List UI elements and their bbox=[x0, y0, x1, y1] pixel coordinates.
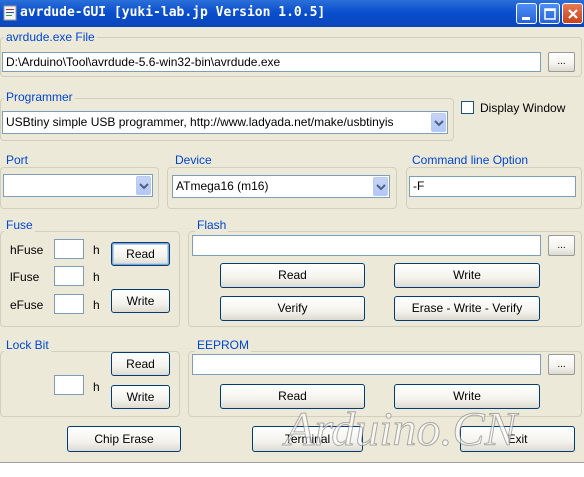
device-selected-value: ATmega16 (m16) bbox=[176, 179, 269, 193]
lock-bit-unit: h bbox=[93, 380, 100, 394]
lock-bit-read-button[interactable]: Read bbox=[111, 352, 170, 376]
programmer-dropdown-button[interactable] bbox=[431, 113, 446, 132]
chevron-down-icon bbox=[139, 183, 149, 190]
flash-erase-write-verify-button[interactable]: Erase - Write - Verify bbox=[394, 296, 540, 321]
flash-write-button[interactable]: Write bbox=[394, 263, 540, 288]
hfuse-label: hFuse bbox=[10, 243, 44, 257]
maximize-button[interactable] bbox=[539, 3, 560, 24]
close-icon bbox=[568, 9, 578, 19]
flash-read-button[interactable]: Read bbox=[220, 263, 365, 288]
maximize-icon bbox=[544, 8, 556, 20]
minimize-button[interactable] bbox=[516, 3, 537, 24]
hfuse-input[interactable] bbox=[54, 239, 84, 259]
exit-button[interactable]: Exit bbox=[460, 426, 575, 452]
avrdude-path-input[interactable]: D:\Arduino\Tool\avrdude-5.6-win32-bin\av… bbox=[2, 52, 541, 72]
fuse-group-label: Fuse bbox=[4, 218, 35, 232]
avrdude-exe-group-label: avrdude.exe File bbox=[4, 30, 97, 44]
efuse-input[interactable] bbox=[54, 294, 84, 314]
eeprom-group-label: EEPROM bbox=[195, 338, 252, 352]
programmer-selected-value: USBtiny simple USB programmer, http://ww… bbox=[6, 115, 394, 129]
lock-bit-input[interactable] bbox=[54, 375, 84, 395]
main-panel: avrdude.exe File D:\Arduino\Tool\avrdude… bbox=[0, 27, 584, 477]
port-dropdown-button[interactable] bbox=[136, 176, 151, 195]
command-line-group-label: Command line Option bbox=[410, 153, 531, 167]
device-group-label: Device bbox=[173, 153, 214, 167]
lfuse-unit: h bbox=[93, 270, 100, 284]
window-title: avrdude-GUI [yuki-lab.jp Version 1.0.5] bbox=[20, 5, 326, 20]
app-icon bbox=[3, 5, 17, 21]
flash-browse-button[interactable]: ... bbox=[548, 235, 575, 256]
lfuse-label: lFuse bbox=[10, 270, 40, 284]
output-area bbox=[0, 462, 584, 477]
chip-erase-button[interactable]: Chip Erase bbox=[67, 426, 181, 452]
lfuse-input[interactable] bbox=[54, 266, 84, 286]
eeprom-read-button[interactable]: Read bbox=[220, 384, 365, 409]
eeprom-browse-button[interactable]: ... bbox=[548, 354, 575, 375]
avrdude-browse-button[interactable]: ... bbox=[548, 52, 575, 72]
chevron-down-icon bbox=[434, 120, 444, 127]
display-window-label[interactable]: Display Window bbox=[480, 101, 565, 115]
title-bar[interactable]: avrdude-GUI [yuki-lab.jp Version 1.0.5] bbox=[0, 0, 584, 27]
efuse-label: eFuse bbox=[10, 298, 44, 312]
device-dropdown-button[interactable] bbox=[373, 177, 388, 196]
programmer-select[interactable]: USBtiny simple USB programmer, http://ww… bbox=[2, 111, 448, 134]
port-group-label: Port bbox=[4, 153, 31, 167]
close-button[interactable] bbox=[562, 3, 583, 24]
flash-group-label: Flash bbox=[195, 218, 229, 232]
flash-verify-button[interactable]: Verify bbox=[220, 296, 365, 321]
lock-bit-group-label: Lock Bit bbox=[4, 338, 51, 352]
display-window-checkbox[interactable] bbox=[461, 101, 474, 114]
eeprom-write-button[interactable]: Write bbox=[394, 384, 540, 409]
eeprom-path-input[interactable] bbox=[192, 354, 541, 375]
efuse-unit: h bbox=[93, 298, 100, 312]
hfuse-unit: h bbox=[93, 243, 100, 257]
programmer-group-label: Programmer bbox=[4, 90, 75, 104]
flash-path-input[interactable] bbox=[192, 235, 541, 256]
terminal-button[interactable]: Terminal bbox=[252, 426, 363, 452]
command-line-input[interactable]: -F bbox=[409, 176, 576, 197]
minimize-icon bbox=[522, 17, 530, 20]
device-select[interactable]: ATmega16 (m16) bbox=[172, 175, 390, 198]
fuse-write-button[interactable]: Write bbox=[111, 289, 170, 313]
port-select[interactable] bbox=[3, 174, 153, 197]
lock-bit-write-button[interactable]: Write bbox=[111, 385, 170, 409]
chevron-down-icon bbox=[376, 184, 386, 191]
fuse-read-button[interactable]: Read bbox=[111, 242, 170, 266]
